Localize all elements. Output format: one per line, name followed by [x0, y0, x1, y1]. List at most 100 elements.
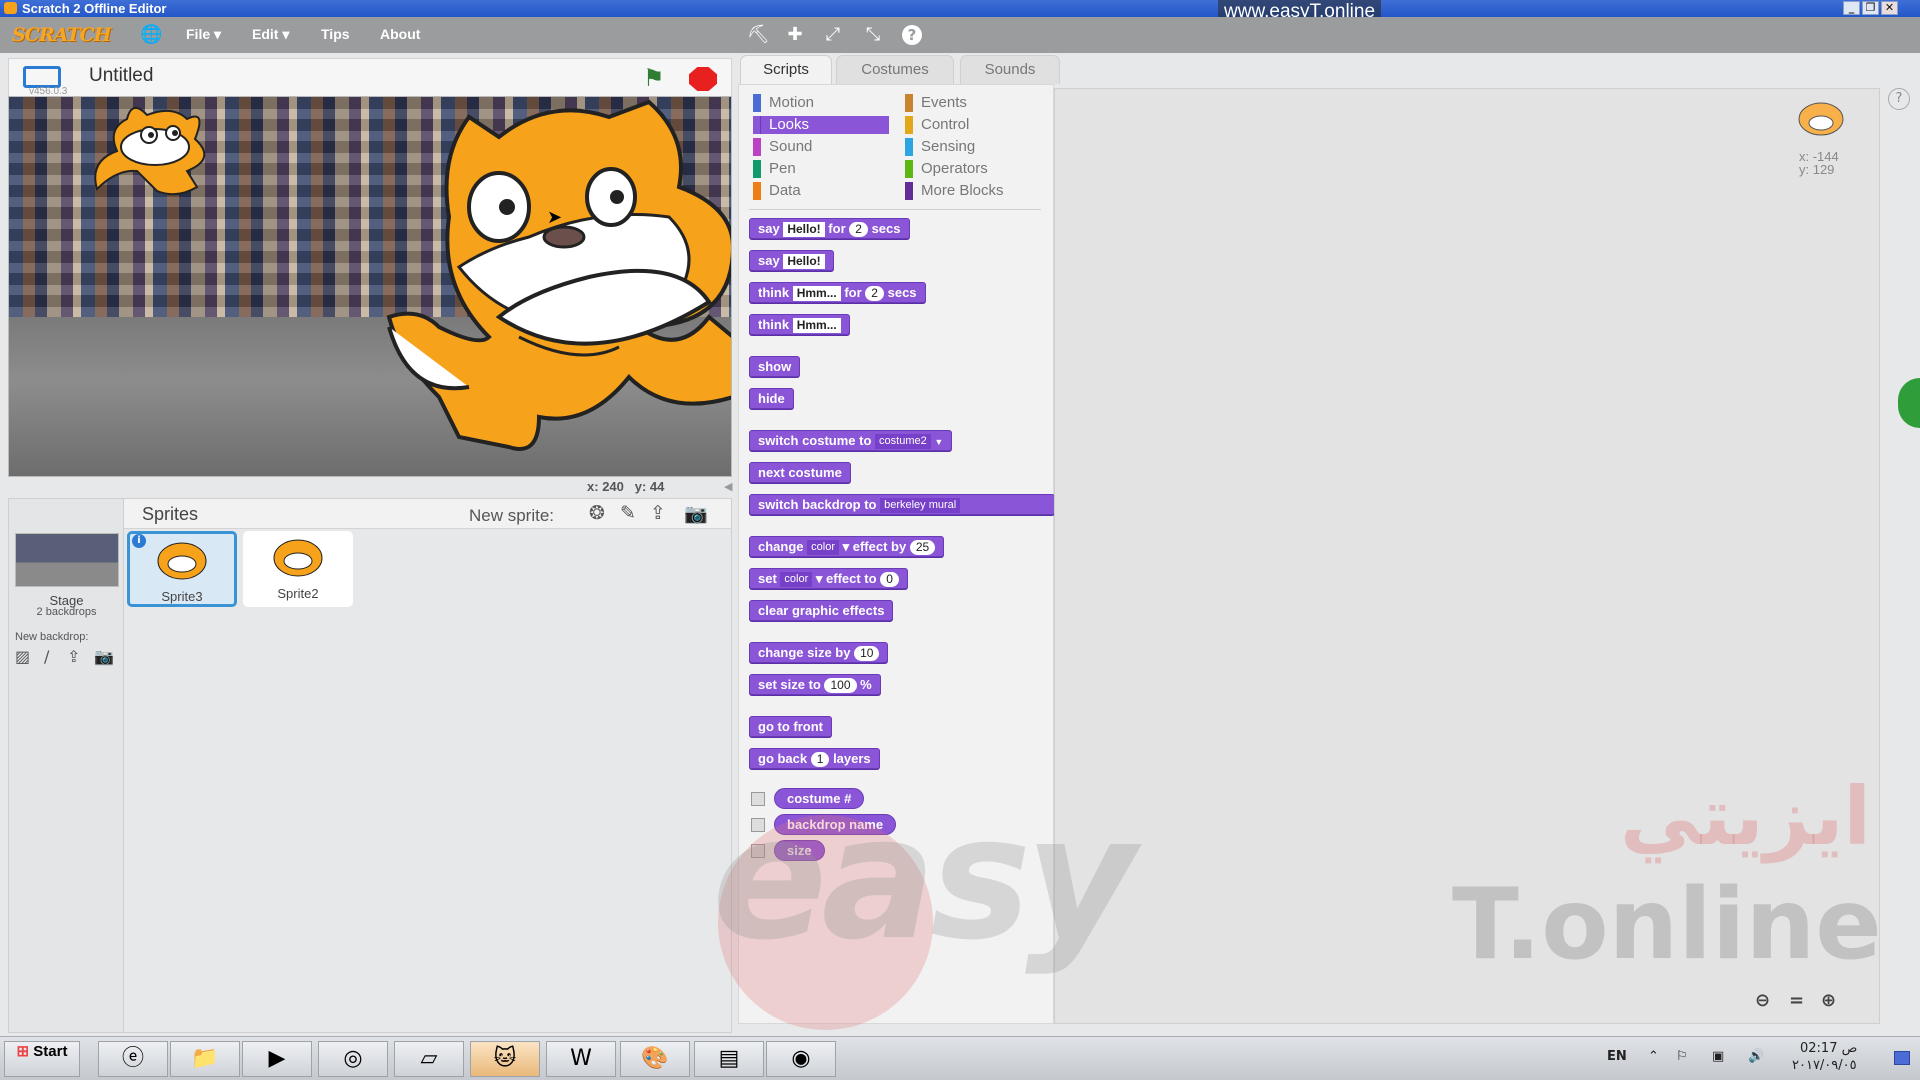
start-button[interactable]: ⊞ Start	[4, 1041, 80, 1077]
minimize-button[interactable]: _	[1843, 1, 1860, 15]
cat-thumbnail-icon	[273, 539, 323, 577]
block-think[interactable]: think Hmm...	[749, 314, 850, 335]
category-more-blocks[interactable]: More Blocks	[905, 182, 1004, 200]
small-cat-sprite[interactable]	[77, 99, 227, 209]
sprite-info-icon[interactable]: i	[132, 534, 146, 548]
stop-sign-icon[interactable]	[689, 67, 717, 91]
grow-icon[interactable]: ⤢	[823, 25, 843, 45]
upload-sprite-icon[interactable]: ⇪	[650, 502, 666, 524]
stage-mouse-coordinates: x: 240 y: 44	[587, 479, 665, 494]
green-flag-icon[interactable]: ⚑	[643, 64, 665, 92]
upload-backdrop-icon[interactable]: ⇪	[67, 647, 80, 666]
mouse-y-value: 44	[649, 479, 665, 494]
block-go-to-front[interactable]: go to front	[749, 716, 832, 737]
stage-header: Untitled v456.0.3 ⚑	[8, 58, 732, 97]
camera-sprite-icon[interactable]: 📷	[684, 502, 708, 525]
block-switch-costume[interactable]: switch costume to costume2 ▼	[749, 430, 953, 451]
tray-flag-icon[interactable]: ⚐	[1676, 1049, 1688, 1064]
block-say[interactable]: say Hello!	[749, 250, 834, 271]
zoom-out-icon[interactable]: ⊖	[1755, 990, 1770, 1011]
clock-date[interactable]: ٢٠١٧/٠٩/٠٥	[1792, 1058, 1857, 1073]
block-set-effect[interactable]: set color ▾ effect to 0	[749, 568, 908, 589]
menu-about[interactable]: About	[380, 26, 420, 42]
sprites-title: Sprites	[142, 504, 199, 524]
sprite-thumb-sprite2[interactable]: Sprite2	[243, 531, 353, 607]
language-indicator[interactable]: EN	[1607, 1049, 1627, 1064]
category-looks[interactable]: Looks	[753, 116, 889, 134]
shrink-icon[interactable]: ⤡	[863, 25, 883, 45]
duplicate-stamp-icon[interactable]: ⛏	[747, 25, 770, 45]
category-operators[interactable]: Operators	[905, 160, 988, 178]
scratch-logo[interactable]: SCRATCH	[12, 24, 112, 46]
block-set-size[interactable]: set size to 100 %	[749, 674, 881, 695]
new-backdrop-label: New backdrop:	[15, 631, 89, 643]
delete-scissors-icon[interactable]: ✚	[785, 25, 805, 45]
block-say-for-secs[interactable]: say Hello! for 2 secs	[749, 218, 910, 239]
taskbar-ie-icon[interactable]: ⓔ	[98, 1041, 168, 1077]
sprite-library-icon[interactable]: ❂	[589, 502, 605, 524]
tray-network-icon[interactable]: ▣	[1712, 1049, 1724, 1064]
category-motion[interactable]: Motion	[753, 94, 814, 112]
tab-scripts[interactable]: Scripts	[740, 55, 832, 86]
sprite-thumb-sprite3[interactable]: i Sprite3	[127, 531, 237, 607]
scratch-app-icon	[4, 2, 17, 14]
block-change-size[interactable]: change size by 10	[749, 642, 889, 663]
collapse-stage-icon[interactable]: ◀	[724, 480, 732, 493]
tab-costumes[interactable]: Costumes	[836, 55, 954, 84]
taskbar-media-icon[interactable]: ▶	[242, 1041, 312, 1077]
taskbar-recorder-icon[interactable]: ◉	[766, 1041, 836, 1077]
taskbar-notes-icon[interactable]: ▤	[694, 1041, 764, 1077]
project-title[interactable]: Untitled	[89, 65, 153, 87]
block-switch-backdrop[interactable]: switch backdrop to berkeley mural	[749, 494, 1055, 515]
new-sprite-label: New sprite:	[469, 506, 555, 525]
presentation-mode-icon[interactable]	[23, 66, 61, 88]
clock-time[interactable]: 02:17 ص	[1800, 1041, 1857, 1056]
maximize-button[interactable]: ❐	[1862, 1, 1879, 15]
show-desktop-icon[interactable]	[1894, 1051, 1910, 1065]
large-cat-sprite[interactable]	[379, 97, 732, 477]
windows-logo-icon: ⊞	[16, 1043, 30, 1060]
block-help-icon[interactable]: ?	[902, 25, 922, 45]
paint-sprite-icon[interactable]: ✎	[620, 502, 636, 524]
sprites-pane: Stage 2 backdrops New backdrop: ▨ / ⇪ 📷 …	[8, 498, 732, 1033]
windows-taskbar: ⊞ Start ⓔ 📁 ▶ ◎ ▱ 🐱 W 🎨 ▤ ◉ EN ⌃ ⚐ ▣ 🔊 0…	[0, 1036, 1920, 1080]
block-think-for-secs[interactable]: think Hmm... for 2 secs	[749, 282, 926, 303]
camera-backdrop-icon[interactable]: 📷	[94, 647, 114, 666]
block-clear-graphic-effects[interactable]: clear graphic effects	[749, 600, 894, 621]
taskbar-paint-icon[interactable]: 🎨	[620, 1041, 690, 1077]
stage-canvas[interactable]: ➤	[8, 96, 732, 477]
block-change-effect[interactable]: change color ▾ effect by 25	[749, 536, 945, 557]
tray-volume-icon[interactable]: 🔊	[1748, 1049, 1764, 1064]
tab-sounds[interactable]: Sounds	[960, 55, 1060, 84]
backdrop-library-icon[interactable]: ▨	[15, 647, 30, 666]
category-sound[interactable]: Sound	[753, 138, 812, 156]
zoom-in-icon[interactable]: ⊕	[1821, 990, 1836, 1011]
taskbar-scratch-icon[interactable]: 🐱	[470, 1041, 540, 1077]
menu-file[interactable]: File ▾	[186, 26, 221, 43]
category-pen[interactable]: Pen	[753, 160, 796, 178]
language-globe-icon[interactable]: 🌐	[140, 25, 162, 45]
tray-expand-icon[interactable]: ⌃	[1648, 1049, 1659, 1064]
close-button[interactable]: ✕	[1881, 1, 1898, 15]
taskbar-app-icon[interactable]: ◎	[318, 1041, 388, 1077]
category-data[interactable]: Data	[753, 182, 801, 200]
paint-backdrop-icon[interactable]: /	[44, 647, 49, 666]
green-side-tab-icon[interactable]	[1898, 378, 1920, 428]
taskbar-explorer-icon[interactable]: 📁	[170, 1041, 240, 1077]
block-next-costume[interactable]: next costume	[749, 462, 851, 483]
block-hide[interactable]: hide	[749, 388, 794, 409]
taskbar-word-icon[interactable]: W	[546, 1041, 616, 1077]
menu-edit[interactable]: Edit ▾	[252, 26, 289, 43]
zoom-reset-icon[interactable]: =	[1789, 990, 1804, 1011]
stage-thumbnail[interactable]	[15, 533, 119, 587]
sprite-name: Sprite2	[277, 586, 319, 601]
category-control[interactable]: Control	[905, 116, 969, 134]
easyt-arabic-watermark: ايزيتي	[1620, 770, 1871, 863]
block-go-back-layers[interactable]: go back 1 layers	[749, 748, 880, 769]
category-sensing[interactable]: Sensing	[905, 138, 975, 156]
help-icon[interactable]: ?	[1888, 88, 1910, 110]
category-events[interactable]: Events	[905, 94, 967, 112]
block-show[interactable]: show	[749, 356, 801, 377]
menu-tips[interactable]: Tips	[321, 26, 350, 42]
taskbar-folder-icon[interactable]: ▱	[394, 1041, 464, 1077]
